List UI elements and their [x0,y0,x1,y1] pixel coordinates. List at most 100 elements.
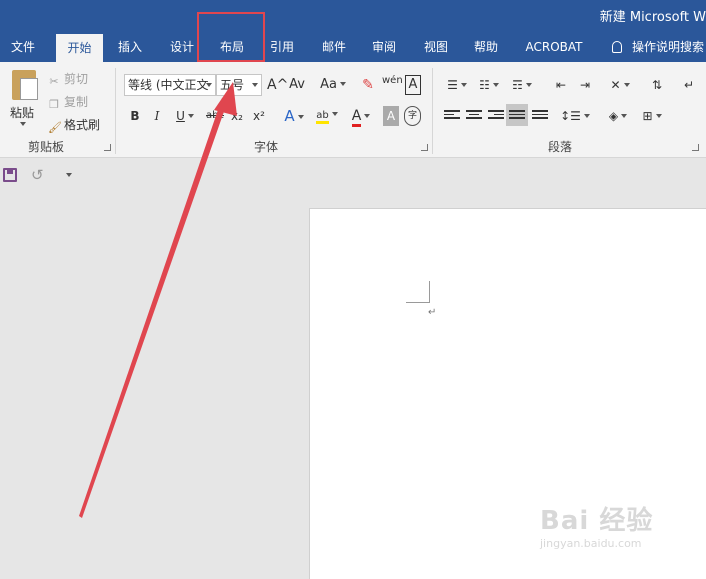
change-case-label: Aa [320,77,337,92]
phonetic-guide-button[interactable]: wén [382,75,403,95]
multilevel-list-button[interactable]: ☶ [508,75,536,95]
shrink-font-button[interactable]: Av [289,75,305,95]
bold-label: B [130,109,140,123]
paste-icon[interactable] [12,70,38,100]
increase-indent-icon: ⇥ [579,78,591,92]
clipboard-launcher-icon[interactable] [104,144,111,151]
save-icon[interactable] [3,168,17,182]
ribbon: 粘贴 ✂ 剪切 ❐ 复制 🖌 格式刷 剪贴板 等线 (中文正文 五号 A^ Av Aa… [0,62,706,158]
chevron-down-icon [460,83,467,87]
text-effects-label: A [284,107,295,125]
tab-file[interactable]: 文件 [0,32,46,62]
font-color-button[interactable]: A [347,106,375,127]
tell-me-search[interactable]: 操作说明搜索 [612,32,704,62]
paragraph-mark-icon: ↵ [683,78,695,92]
phonetic-guide-label: wén [382,75,403,86]
chevron-down-icon [252,83,258,87]
tab-references[interactable]: 引用 [260,32,304,62]
font-size-combo[interactable]: 五号 [216,74,262,96]
increase-indent-button[interactable]: ⇥ [576,75,594,95]
quick-access-toolbar: ↺ [0,158,706,192]
chevron-down-icon [331,112,338,116]
paragraph-launcher-icon[interactable] [692,144,699,151]
window-title: 新建 Microsoft W [599,10,706,25]
tab-home[interactable]: 开始 [56,34,103,62]
shading-button[interactable]: ◈ [604,106,632,126]
show-marks-button[interactable]: ↵ [682,75,696,95]
font-name-combo[interactable]: 等线 (中文正文 [124,74,216,96]
grow-font-button[interactable]: A^ [267,75,288,95]
line-spacing-icon: ↕☰ [560,109,581,123]
paintbrush-icon: 🖌 [48,121,62,134]
shrink-font-icon: Av [289,77,305,92]
numbering-button[interactable]: ☷ [476,75,502,95]
decrease-indent-button[interactable]: ⇤ [552,75,570,95]
font-color-label: A [351,108,362,127]
superscript-button[interactable]: x² [251,106,267,126]
margin-corner-mark [406,281,430,303]
asian-layout-button[interactable]: ✕ [606,75,634,95]
paste-button[interactable]: 粘贴 [10,104,34,121]
justify-button[interactable] [509,110,525,122]
chevron-down-icon [623,83,630,87]
paste-dropdown-icon[interactable] [20,122,26,126]
highlight-button[interactable]: ab [312,106,342,126]
bold-button[interactable]: B [128,106,142,126]
format-painter-button[interactable]: 🖌 格式刷 [48,116,100,134]
chevron-down-icon [364,114,371,118]
format-painter-label: 格式刷 [64,118,101,132]
group-divider [432,68,433,154]
text-effects-button[interactable]: A [280,106,308,126]
bullets-button[interactable]: ☰ [444,75,470,95]
paragraph-mark-icon: ↵ [428,307,437,318]
eraser-icon: ✎ [362,77,374,93]
underline-button[interactable]: U [172,106,198,126]
align-center-button[interactable] [466,110,482,122]
subscript-button[interactable]: x₂ [229,106,245,126]
sort-button[interactable]: ⇅ [648,75,666,95]
underline-label: U [176,109,185,123]
chevron-down-icon [206,83,212,87]
lightbulb-icon [612,41,622,53]
tab-insert[interactable]: 插入 [108,32,152,62]
undo-icon[interactable]: ↺ [31,166,44,184]
line-spacing-button[interactable]: ↕☰ [560,106,590,126]
align-right-button[interactable] [488,110,504,122]
tab-mailings[interactable]: 邮件 [312,32,356,62]
tab-help[interactable]: 帮助 [464,32,508,62]
title-bar: 新建 Microsoft W [0,0,706,32]
tab-acrobat[interactable]: ACROBAT [520,32,588,62]
copy-button[interactable]: ❐ 复制 [48,93,88,111]
watermark-url: jingyan.baidu.com [540,537,642,550]
annotation-highlight-box [197,12,265,62]
clear-format-button[interactable]: ✎ [360,75,376,95]
highlight-label: ab [316,110,329,124]
italic-button[interactable]: I [150,106,164,126]
borders-button[interactable]: ⊞ [638,106,666,126]
change-case-button[interactable]: Aa [318,75,348,95]
character-shading-button[interactable]: A [383,106,399,126]
strikethrough-button[interactable]: abc [204,106,226,126]
watermark-logo: Bai 经验 [540,506,654,536]
superscript-label: x² [253,109,265,123]
character-border-button[interactable]: A [405,75,421,95]
copy-label: 复制 [64,95,89,109]
font-name-value: 等线 (中文正文 [128,78,209,92]
chevron-down-icon [339,82,346,86]
customize-toolbar-icon[interactable] [66,173,72,177]
paint-bucket-icon: ◈ [608,109,619,123]
font-group-label: 字体 [254,140,279,154]
distributed-button[interactable] [532,110,548,122]
borders-icon: ⊞ [642,109,653,123]
align-left-button[interactable] [444,110,460,122]
tab-review[interactable]: 审阅 [362,32,406,62]
enclose-characters-button[interactable]: 字 [404,106,421,126]
decrease-indent-icon: ⇤ [555,78,567,92]
tab-view[interactable]: 视图 [414,32,458,62]
font-launcher-icon[interactable] [421,144,428,151]
cut-button[interactable]: ✂ 剪切 [48,70,88,88]
numbered-list-icon: ☷ [479,78,490,92]
multilevel-list-icon: ☶ [512,78,523,92]
clipboard-group-label: 剪贴板 [28,140,65,154]
group-divider [115,68,116,154]
